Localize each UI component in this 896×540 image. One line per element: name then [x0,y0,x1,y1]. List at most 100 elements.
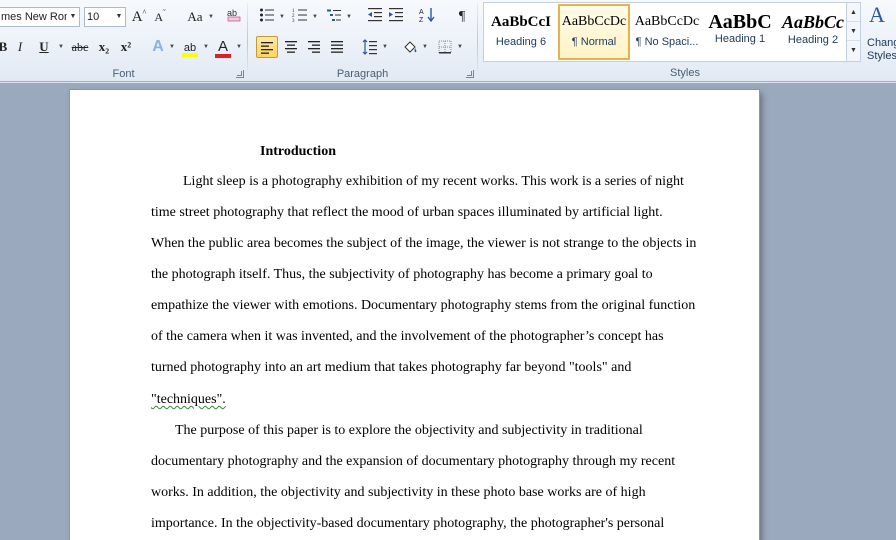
grow-font-button[interactable]: A^ [130,6,148,28]
font-family-combo[interactable]: mes New Rom ▼ [0,7,80,27]
align-right-icon [308,41,320,53]
style-normal[interactable]: AaBbCcDc ¶ Normal [558,4,630,60]
chevron-down-icon[interactable]: ▼ [279,6,285,28]
chevron-down-icon[interactable]: ▼ [236,36,242,58]
chevron-down-icon[interactable]: ▼ [382,36,388,58]
align-right-button[interactable] [304,36,324,58]
font-color-button[interactable]: A [214,36,232,58]
change-styles-icon: A [869,2,885,27]
numbering-button[interactable]: 123 [291,7,309,29]
svg-text:ab: ab [227,8,237,18]
pilcrow-icon: ¶ [458,9,466,24]
multilevel-list-button[interactable] [325,7,343,29]
grow-font-icon: A [131,9,143,25]
text-effects-button[interactable]: A [149,36,167,58]
style-no-spacing[interactable]: AaBbCcDc ¶ No Spaci... [631,4,703,60]
style-heading-1[interactable]: AaBbC Heading 1 [704,4,776,60]
line-spacing-icon [362,39,377,55]
chevron-down-icon[interactable]: ▼ [113,8,125,26]
ribbon: mes New Rom ▼ 10 ▼ A^ Aˇ Aa ▼ ab B I U ▼ [0,0,896,82]
sort-button[interactable]: AZ [418,7,436,29]
style-heading-6[interactable]: AaBbCcI Heading 6 [485,4,557,60]
underline-icon: U [39,39,49,54]
bold-icon: B [0,39,8,54]
style-sample: AaBbC [708,11,772,33]
paragraph-group-label: Paragraph [336,68,389,80]
subscript-button[interactable]: x₂ [96,36,112,58]
subscript-icon: x₂ [98,39,110,54]
document-page[interactable]: Introduction Light sleep is a photograph… [70,90,759,540]
style-name: Heading 1 [714,33,766,45]
line-spacing-button[interactable] [360,36,380,58]
chevron-down-icon[interactable]: ▼ [422,36,428,58]
chevron-down-icon[interactable]: ▼ [312,6,318,28]
font-group: mes New Rom ▼ 10 ▼ A^ Aˇ Aa ▼ ab B I U ▼ [0,0,247,82]
style-name: Heading 2 [787,34,839,46]
change-case-button[interactable]: Aa [183,6,207,28]
clear-formatting-icon: ab [227,8,241,22]
sort-icon: AZ [419,8,435,24]
style-sample: AaBbCcI [490,14,551,30]
decrease-indent-button[interactable] [366,7,384,29]
superscript-icon: x² [120,39,132,54]
increase-indent-button[interactable] [387,7,405,29]
paragraph-group: ▼ 123 ▼ ▼ AZ ¶ ▼ ▼ ▼ Paragraph [248,0,477,82]
body-line-spellcheck: "techniques". [151,392,226,407]
style-name: ¶ Normal [571,36,617,48]
chevron-down-icon[interactable]: ▼ [58,36,64,58]
chevron-down-icon[interactable]: ▼ [457,36,463,58]
body-line: the photograph itself. Thus, the subject… [151,267,653,282]
scroll-down-icon[interactable]: ▼ [847,22,860,41]
italic-button[interactable]: I [13,36,27,58]
strikethrough-icon: abc [71,40,89,54]
align-left-button[interactable] [256,36,278,58]
body-line: documentary photography and the expansio… [151,454,676,469]
font-dialog-launcher-icon[interactable] [236,70,244,78]
shrink-font-icon: A [154,10,163,24]
chevron-down-icon[interactable]: ▼ [208,6,214,28]
chevron-down-icon[interactable]: ▼ [67,8,79,26]
justify-button[interactable] [327,36,347,58]
increase-indent-icon [389,8,403,22]
bullets-button[interactable] [258,7,276,29]
more-styles-icon[interactable]: ▼ [847,41,860,60]
paragraph-dialog-launcher-icon[interactable] [466,70,474,78]
body-line: importance. In the objectivity-based doc… [151,516,665,531]
align-center-button[interactable] [281,36,301,58]
chevron-down-icon[interactable]: ▼ [346,6,352,28]
chevron-down-icon[interactable]: ▼ [203,36,209,58]
body-line: Light sleep is a photography exhibition … [183,174,684,189]
font-size-combo[interactable]: 10 ▼ [84,7,126,27]
highlight-button[interactable]: ab [180,36,200,58]
styles-gallery: AaBbCcI Heading 6 AaBbCcDc ¶ Normal AaBb… [483,2,861,62]
group-divider [477,3,478,79]
bold-button[interactable]: B [0,36,10,58]
document-area: Introduction Light sleep is a photograph… [0,83,896,540]
style-sample: AaBbCcDc [634,14,700,29]
scroll-up-icon[interactable]: ▲ [847,3,860,22]
font-family-value: mes New Rom [1,11,74,23]
align-left-icon [261,42,273,54]
style-heading-2[interactable]: AaBbCc Heading 2 [777,4,849,60]
body-line: time street photography that reflect the… [151,205,663,220]
chevron-down-icon[interactable]: ▼ [169,36,175,58]
italic-icon: I [17,39,23,54]
superscript-button[interactable]: x² [118,36,134,58]
strikethrough-button[interactable]: abc [70,36,90,58]
svg-text:A: A [419,9,424,16]
numbering-icon: 123 [292,9,307,24]
decrease-indent-icon [368,8,382,22]
style-sample: AaBbCcDc [561,14,627,29]
borders-button[interactable] [435,36,455,58]
change-styles-label-2: Styles [867,50,896,62]
clear-formatting-button[interactable]: ab [224,5,244,27]
paint-bucket-icon [404,41,417,53]
change-styles-button[interactable]: A Change Styles [863,2,896,64]
shading-button[interactable] [400,36,420,58]
show-formatting-button[interactable]: ¶ [453,6,471,28]
shrink-font-button[interactable]: Aˇ [152,6,168,28]
change-styles-label-1: Change [867,37,896,49]
body-line: empathize the viewer with emotions. Docu… [151,298,696,313]
underline-button[interactable]: U [37,36,51,58]
body-line: When the public area becomes the subject… [151,236,697,251]
